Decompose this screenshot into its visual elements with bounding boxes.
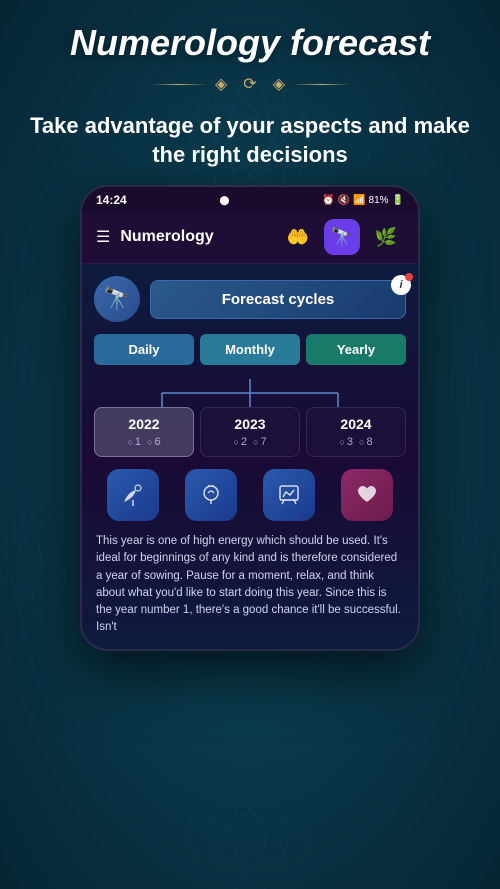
- num1-value: 1: [135, 436, 141, 448]
- battery-label: 81%: [369, 195, 389, 206]
- ornament-left: ◈: [215, 74, 227, 94]
- forecast-header: 🔭 Forecast cycles i: [94, 276, 406, 322]
- year-card-2023[interactable]: 2023 ○ 2 ○ 7: [200, 407, 300, 457]
- year-2023-num2: ○ 7: [253, 436, 267, 448]
- chart-icon-button[interactable]: [263, 469, 315, 521]
- num2-value-3: 8: [366, 436, 372, 448]
- year-card-2022[interactable]: 2022 ○ 1 ○ 6: [94, 407, 194, 457]
- status-time: 14:24: [96, 193, 127, 207]
- tab-daily[interactable]: Daily: [94, 334, 194, 365]
- sowing-icon-button[interactable]: [107, 469, 159, 521]
- year-2023-num1: ○ 2: [233, 436, 247, 448]
- num2-value: 6: [154, 436, 160, 448]
- tab-daily-label: Daily: [128, 342, 159, 357]
- status-bar: 14:24 ⬤ ⏰ 🔇 📶 81% 🔋: [82, 187, 418, 211]
- nav-icons: 🤲 🔭 🌿: [280, 219, 404, 255]
- year-2023-label: 2023: [211, 416, 289, 432]
- year-2022-num2: ○ 6: [147, 436, 161, 448]
- mind-icon-button[interactable]: [185, 469, 237, 521]
- ornament-center: ⟳: [243, 74, 256, 94]
- circle-icon-6: ○: [359, 437, 364, 447]
- info-icon: i: [399, 279, 402, 291]
- signal-icon: 📶: [353, 195, 365, 206]
- nav-leaf-icon[interactable]: 🌿: [368, 219, 404, 255]
- year-2022-nums: ○ 1 ○ 6: [105, 436, 183, 448]
- year-card-2024[interactable]: 2024 ○ 3 ○ 8: [306, 407, 406, 457]
- tab-yearly[interactable]: Yearly: [306, 334, 406, 365]
- subtitle: Take advantage of your aspects and make …: [0, 112, 500, 169]
- battery-icon: 🔋: [392, 195, 404, 206]
- page-title: Numerology forecast: [50, 22, 450, 64]
- ornament-right: ◈: [273, 74, 285, 94]
- nav-bar: ☰ Numerology 🤲 🔭 🌿: [82, 211, 418, 264]
- forecast-cycles-button[interactable]: Forecast cycles i: [150, 280, 406, 319]
- status-record-icon: ⬤: [219, 195, 229, 206]
- info-badge[interactable]: i: [391, 275, 411, 295]
- phone-mockup: 14:24 ⬤ ⏰ 🔇 📶 81% 🔋 ☰ Numerology 🤲 🔭 🌿: [80, 185, 420, 651]
- num1-value-3: 3: [347, 436, 353, 448]
- circle-icon-4: ○: [253, 437, 258, 447]
- year-2022-num1: ○ 1: [127, 436, 141, 448]
- num2-value-2: 7: [260, 436, 266, 448]
- year-2023-nums: ○ 2 ○ 7: [211, 436, 289, 448]
- circle-icon-2: ○: [147, 437, 152, 447]
- tab-monthly[interactable]: Monthly: [200, 334, 300, 365]
- action-icons-row: [94, 469, 406, 521]
- year-cards: 2022 ○ 1 ○ 6 2023: [94, 407, 406, 457]
- telescope-button[interactable]: 🔭: [94, 276, 140, 322]
- forecast-cycles-label: Forecast cycles: [222, 291, 335, 308]
- year-2024-num2: ○ 8: [359, 436, 373, 448]
- tab-monthly-label: Monthly: [225, 342, 275, 357]
- alarm-icon: ⏰: [322, 195, 334, 206]
- status-icons: ⏰ 🔇 📶 81% 🔋: [322, 195, 404, 206]
- year-2024-num1: ○ 3: [339, 436, 353, 448]
- num1-value-2: 2: [241, 436, 247, 448]
- heart-icon-button[interactable]: [341, 469, 393, 521]
- ornament-divider: ◈ ⟳ ◈: [150, 74, 350, 94]
- circle-icon-5: ○: [339, 437, 344, 447]
- menu-icon[interactable]: ☰: [96, 227, 110, 247]
- year-2024-label: 2024: [317, 416, 395, 432]
- year-2022-label: 2022: [105, 416, 183, 432]
- nav-telescope-icon[interactable]: 🔭: [324, 219, 360, 255]
- mute-icon: 🔇: [338, 195, 350, 206]
- nav-hands-icon[interactable]: 🤲: [280, 219, 316, 255]
- description-text: This year is one of high energy which sh…: [94, 533, 406, 637]
- circle-icon-3: ○: [233, 437, 238, 447]
- timeline-connector: [94, 379, 406, 407]
- phone-body: 🔭 Forecast cycles i Daily Monthly: [82, 264, 418, 649]
- tab-row: Daily Monthly Yearly: [94, 334, 406, 365]
- tab-yearly-label: Yearly: [337, 342, 375, 357]
- notification-dot: [405, 273, 413, 281]
- nav-title: Numerology: [120, 228, 280, 246]
- year-2024-nums: ○ 3 ○ 8: [317, 436, 395, 448]
- circle-icon-1: ○: [127, 437, 132, 447]
